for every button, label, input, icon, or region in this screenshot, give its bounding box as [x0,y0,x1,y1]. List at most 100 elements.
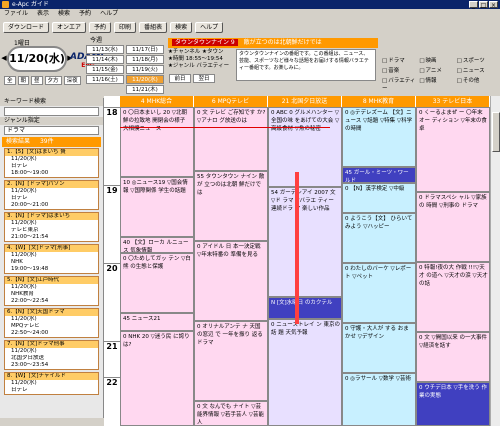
date-item[interactable]: 11/18(月) [126,55,164,64]
program-cell[interactable]: 0 文 ▽開国以来 の一大事件 ▽経済を話す [416,332,490,382]
result-item[interactable]: 5.【N】[文]江戸時代 11/20(水) NHK教育 22:00～22:54 [4,276,99,306]
result-item[interactable]: 6.【N】[文]天国ドラマ 11/20(水) MPQテレビ 22:50～24:00 [4,308,99,338]
program-cell[interactable]: 45 ガール・ミーツ・ワールド [342,167,416,183]
program-cell[interactable]: 10 ◎ニュース19 ▽国会情報 ▽国際関係 学生の話題 [120,177,194,237]
program-cell[interactable]: 0 わたしのバーケ ▽レポート ▽ペット [342,263,416,323]
minimize-button[interactable]: _ [469,1,478,9]
close-button[interactable]: × [489,1,498,9]
channel-header[interactable]: 6 MPQテレビ [194,96,268,107]
result-date: 11/20(水) [11,156,37,162]
genre-checkbox[interactable]: 映画 [419,56,456,64]
date-item[interactable]: 11/21(木) [126,85,164,94]
next-day-button[interactable]: 翌日 [193,74,215,83]
program-cell[interactable]: 0 アイドル 日 本一決定戦 ▽年末特番の 準備を見る [194,241,268,321]
result-item[interactable]: 3.【N】[ドラマ]はまいち 11/20(水) テレビ東京 21:00～21:54 [4,212,99,242]
week-nav-buttons: 前日 翌日 [169,74,219,83]
date-item[interactable]: 11/17(日) [126,45,164,54]
date-list: 今週 11/13(水) 11/17(日) 11/14(木) 11/18(月) 1… [86,36,166,95]
program-cell[interactable]: 0 ようこう【文】 ひらいてみよう ▽ハッピー [342,213,416,263]
result-item[interactable]: 7.【N】[文]ドラマ刑事 11/20(水) 北国夕日放送 23:00～23:54 [4,340,99,370]
program-cell[interactable]: N [文]水曜日 のカクテル [268,297,342,319]
program-cell[interactable]: 0 ドラマスペシ ャル ▽家族の 時間 ▽刑事の ドラマ [416,192,490,262]
program-cell[interactable]: 55 タウンタウン ナイン 敵が 立つのは北朝 鮮だけでは [194,171,268,241]
menu-reserve[interactable]: 予約 [79,9,91,19]
program-cell[interactable]: 40 【文】ローカ ルニュース 気象情報 [120,237,194,253]
program-cell[interactable]: 0 〇日本まいし 20 ▽北朝 鮮の拉致地 開閉会の様子 大相撲ニュース [120,107,194,177]
channel-header[interactable]: 33 テレビ日本 [416,96,490,107]
program-cell[interactable]: 0 ウチデ日本 ▽手を洗う 作業の実態 [416,382,490,426]
program-cell[interactable]: 0 くーるよまぜ ー 〇年末オー ディション ▽年末の食卓 [416,107,490,192]
result-title: 4.【W】[文]ドラマ[刑事] [5,245,98,252]
genre-checkbox[interactable]: バラエティー [382,76,419,92]
genre-checkbox[interactable]: ニュース [457,66,494,74]
range-evening[interactable]: 夕方 [44,76,62,85]
menu-file[interactable]: ファイル [4,9,28,19]
date-item[interactable]: 11/19(火) [126,65,164,74]
result-date: 11/20(水) [11,284,37,290]
result-title: 8.【W】[文]チャイルド [5,373,98,380]
result-item[interactable]: 1.【5】[文]はまいち 贅 11/20(水) 日テレ 18:00～19:00 [4,148,99,178]
download-button[interactable]: ダウンロード [3,21,50,33]
print-button[interactable]: 印刷 [114,21,137,33]
result-time: 22:00～22:54 [11,298,49,304]
maximize-button[interactable]: □ [479,1,488,9]
result-item[interactable]: 8.【W】[文]チャイルド 11/20(水) 日テレ [4,372,99,395]
genre-checkbox[interactable]: アニメ [419,66,456,74]
sidebar: キーワード検索 ジャンル指定 ドラマ 検索結果 39件 1.【5】[文]はまいち… [0,98,104,418]
hour-label: 21 [104,341,120,377]
program-cell[interactable]: 0 NHK 20 ▽迷う民 に誇りは? [120,331,194,426]
program-cell[interactable]: 0 【N】漢字検定 ▽中級 [342,183,416,213]
genre-checkbox[interactable]: 情報 [419,76,456,92]
prev-day-button[interactable]: 前日 [169,74,191,83]
channel-header[interactable]: 4 MHK総合 [120,96,194,107]
program-cell[interactable]: 0 ニューストレイ ン 東京の話 題 天気予報 [268,319,342,426]
program-cell[interactable]: 0 守護・大人が する おまかせ ▽デザイン [342,323,416,373]
program-cell[interactable]: 0 ABC 0 グルメハンター ▽全国の味 をあげての大会 ▽高級食材 ▽魚の秘… [268,107,342,187]
program-cell[interactable]: 0 文 テレビ ご存知です か?▽アナロ グ放送のは [194,107,268,171]
date-item-selected[interactable]: 11/20(水) [126,75,164,84]
search-button[interactable]: 検索 [170,21,193,33]
guide-button[interactable]: 番組表 [139,21,168,33]
date-item[interactable]: 11/14(木) [86,55,124,64]
scrollbar-thumb[interactable] [492,112,500,152]
range-night[interactable]: 深夜 [63,76,81,85]
program-cell[interactable]: 0 ◎テデレズーム 【文】ニュース ▽話題 ▽特集 ▽科学の時間 [342,107,416,167]
genre-select[interactable]: ドラマ [4,126,99,135]
help-button[interactable]: ヘルプ [195,21,224,33]
date-row: 11/16(土) 11/20(水) [86,75,166,84]
range-morning[interactable]: 朝 [17,76,30,85]
hour-column: 18 19 20 21 22 [104,107,120,426]
result-item[interactable]: 4.【W】[文]ドラマ[刑事] 11/20(水) NHK 19:00～19:48 [4,244,99,274]
hour-label: 19 [104,185,120,263]
result-title: 2.【N】[ドラマ]パソン [5,181,98,188]
date-item[interactable]: 11/15(金) [86,65,124,74]
program-cell[interactable]: 0 ◎ラサール ▽数学 ▽芸術 [342,373,416,426]
channel-header[interactable]: 8 MHK教育 [342,96,416,107]
range-all[interactable]: 全 [4,76,16,85]
menu-search[interactable]: 検索 [58,9,70,19]
genre-checkbox[interactable]: スポーツ [457,56,494,64]
grid-scrollbar[interactable] [490,96,500,426]
program-cell[interactable]: 0 オリナルアンテ ナ 天国の窓辺 で 一年を振り 返る ドラマ [194,321,268,401]
range-noon[interactable]: 昼 [31,76,43,85]
genre-checkbox[interactable]: 音楽 [382,66,419,74]
result-item[interactable]: 2.【N】[ドラマ]パソン 11/20(水) 日テレ 20:00～21:00 [4,180,99,210]
genre-checkbox[interactable]: その他 [457,76,494,92]
date-item[interactable]: 11/16(土) [86,75,124,84]
program-cell[interactable]: 0 文 なんでも ナイト ▽芸 能界情報 ▽若手芸人 ▽芸能人 [194,401,268,426]
menu-help[interactable]: ヘルプ [100,9,118,19]
program-cell[interactable]: 54 ガーデンアイ 2007 文 ▽ド ラマ ▽バラエ ティー 連続ドラ マ 楽… [268,187,342,297]
result-ch: NHK教育 [11,291,34,297]
result-date: 11/20(水) [11,188,37,194]
program-cell[interactable]: 0 特報!夜の大 作戦 !!!▽天才 の道へ ▽天才の涙 ▽天才の話 [416,262,490,332]
program-cell[interactable]: 45 ニュース21 [120,313,194,331]
channel-header[interactable]: 21 北国夕日放送 [268,96,342,107]
menu-view[interactable]: 表示 [37,9,49,19]
program-cell[interactable]: 0 〇ためしてガッ テン ▽白熊 の生態と保護 [120,253,194,313]
reserve-button[interactable]: 予約 [89,21,112,33]
result-time: 21:00～21:54 [11,234,49,240]
keyword-input[interactable] [4,107,99,116]
date-item[interactable]: 11/13(水) [86,45,124,54]
onair-button[interactable]: オンエア [52,21,87,33]
genre-checkbox[interactable]: ドラマ [382,56,419,64]
